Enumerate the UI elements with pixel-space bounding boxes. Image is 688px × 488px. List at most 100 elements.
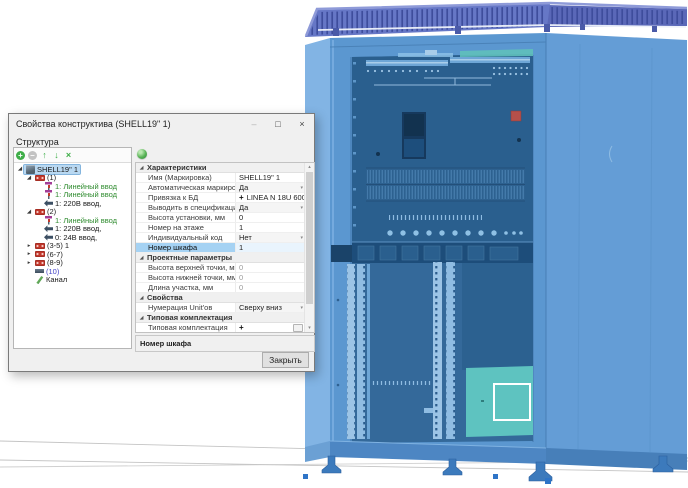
collapse-icon[interactable]: ◢ xyxy=(136,165,147,171)
close-icon[interactable]: × xyxy=(290,114,314,134)
scroll-up-icon[interactable]: ▴ xyxy=(305,163,314,171)
scrollbar-thumb[interactable] xyxy=(306,172,313,304)
dropdown-icon[interactable]: ▾ xyxy=(300,305,303,311)
property-row[interactable]: Номер шкафа1 xyxy=(136,243,305,253)
minimize-icon[interactable]: – xyxy=(242,114,266,134)
expander-icon[interactable]: ▸ xyxy=(25,259,33,268)
dropdown-icon[interactable]: ▾ xyxy=(300,205,303,211)
expander-icon[interactable]: ▸ xyxy=(25,250,33,259)
collapse-icon[interactable]: ◢ xyxy=(136,255,147,261)
tree-item[interactable]: ◢(1) xyxy=(14,174,131,183)
property-row[interactable]: Номер на этаже1 xyxy=(136,223,305,233)
property-value[interactable]: 0 xyxy=(236,273,305,282)
collapse-icon[interactable]: ◢ xyxy=(136,315,147,321)
property-label: Имя (Маркировка) xyxy=(136,173,236,182)
property-row[interactable]: Высота верхней точки, мм0 xyxy=(136,263,305,273)
property-value[interactable]: Сверху вниз▾ xyxy=(236,303,305,312)
property-group-header[interactable]: ◢Свойства xyxy=(136,293,305,303)
group-title: Типовая комплектация xyxy=(147,313,232,322)
property-value-text: Да xyxy=(239,183,248,192)
tree-item[interactable]: (10) xyxy=(14,267,131,276)
tree-item[interactable]: 0: 24В ввод, xyxy=(14,233,131,242)
close-button[interactable]: Закрыть xyxy=(262,352,309,368)
property-row[interactable]: Имя (Маркировка)SHELL19" 1 xyxy=(136,173,305,183)
property-row[interactable]: Высота установки, мм0 xyxy=(136,213,305,223)
tree-item[interactable]: 1: 220В ввод, xyxy=(14,199,131,208)
tree-item[interactable]: ▸(3-5) 1 xyxy=(14,242,131,251)
tree-item[interactable]: ◢(2) xyxy=(14,208,131,217)
property-value-text: 0 xyxy=(239,273,243,282)
expander-icon[interactable]: ◢ xyxy=(16,165,24,174)
property-value-text: Нет xyxy=(239,233,252,242)
property-description: Номер шкафа xyxy=(135,335,315,352)
property-group-header[interactable]: ◢Характеристики xyxy=(136,163,305,173)
dialog-titlebar[interactable]: Свойства конструктива (SHELL19" 1) – □ × xyxy=(9,114,314,134)
move-up-icon[interactable]: ↑ xyxy=(40,151,49,160)
property-value-text: 1 xyxy=(239,223,243,232)
expander-icon[interactable]: ▸ xyxy=(25,242,33,251)
property-row[interactable]: Высота нижней точки, мм0 xyxy=(136,273,305,283)
property-value[interactable]: Да ▾ xyxy=(236,183,305,192)
property-value[interactable]: Да▾ xyxy=(236,203,305,212)
property-grid-body: ◢ХарактеристикиИмя (Маркировка)SHELL19" … xyxy=(136,163,305,332)
unit-icon xyxy=(35,269,44,273)
tree-node[interactable]: Канал xyxy=(33,275,69,284)
collapse-icon[interactable]: ◢ xyxy=(136,295,147,301)
property-value[interactable]: 0 xyxy=(236,283,305,292)
property-row[interactable]: Выводить в спецификациюДа▾ xyxy=(136,203,305,213)
din-section-icon xyxy=(35,251,45,257)
tree-item[interactable]: 1: Линейный ввод xyxy=(14,182,131,191)
property-group-header[interactable]: ◢Типовая комплектация xyxy=(136,313,305,323)
property-value[interactable]: 1 xyxy=(236,223,305,232)
channel-icon xyxy=(35,275,44,284)
tree-item[interactable]: 1: Линейный ввод xyxy=(14,216,131,225)
maximize-icon[interactable]: □ xyxy=(266,114,290,134)
structure-section-label: Структура xyxy=(16,137,59,147)
scroll-down-icon[interactable]: ▾ xyxy=(305,324,314,332)
move-down-icon[interactable]: ↓ xyxy=(52,151,61,160)
property-value[interactable]: 0 xyxy=(236,263,305,272)
delete-all-icon[interactable]: × xyxy=(64,151,73,160)
tree-item[interactable]: 1: 220В ввод, xyxy=(14,225,131,234)
property-row[interactable]: Длина участка, мм0 xyxy=(136,283,305,293)
structure-tree: ◢SHELL19" 1◢(1)1: Линейный ввод1: Линейн… xyxy=(14,163,131,284)
property-row[interactable]: Нумерация Unit'овСверху вниз▾ xyxy=(136,303,305,313)
property-value[interactable]: SHELL19" 1 xyxy=(236,173,305,182)
selection-markers xyxy=(303,474,551,484)
expander-icon[interactable]: ◢ xyxy=(25,208,33,217)
property-value[interactable]: +LINEA N 18U 600x60▾ xyxy=(236,193,305,202)
tree-item-label: Канал xyxy=(46,275,67,284)
remove-item-icon[interactable]: – xyxy=(28,151,37,160)
tree-item[interactable]: 1: Линейный ввод xyxy=(14,191,131,200)
tree-item[interactable]: ▸(6-7) xyxy=(14,250,131,259)
add-item-icon[interactable]: + xyxy=(16,151,25,160)
property-value[interactable]: 1 xyxy=(236,243,305,252)
property-value[interactable]: + xyxy=(236,323,305,332)
dropdown-icon[interactable]: ▾ xyxy=(300,235,303,241)
property-value[interactable]: Нет ▾ xyxy=(236,233,305,242)
property-row[interactable]: Автоматическая маркировкаДа▾ xyxy=(136,183,305,193)
tree-item[interactable]: ▸(8-9) xyxy=(14,259,131,268)
rack-roof xyxy=(305,3,687,37)
property-row[interactable]: Индивидуальный кодНет▾ xyxy=(136,233,305,243)
property-value[interactable]: 0 xyxy=(236,213,305,222)
window-controls: – □ × xyxy=(242,114,314,134)
property-row[interactable]: Привязка к БД+LINEA N 18U 600x60▾ xyxy=(136,193,305,203)
db-link-icon[interactable] xyxy=(137,149,149,161)
pick-from-db-icon[interactable]: + xyxy=(239,194,244,202)
rack-cabinet xyxy=(303,3,687,484)
expander-icon[interactable]: ◢ xyxy=(25,174,33,183)
teal-bottom-panel xyxy=(466,366,533,437)
tree-item[interactable]: ◢SHELL19" 1 xyxy=(14,165,131,174)
property-label: Привязка к БД xyxy=(136,193,236,202)
ellipsis-button[interactable] xyxy=(293,324,303,332)
din-section-icon xyxy=(35,209,45,215)
din-section-icon xyxy=(35,243,45,249)
scrollbar[interactable]: ▴ ▾ xyxy=(304,163,314,332)
property-group-header[interactable]: ◢Проектные параметры xyxy=(136,253,305,263)
dropdown-icon[interactable]: ▾ xyxy=(300,185,303,191)
property-label: Высота нижней точки, мм xyxy=(136,273,236,282)
property-row[interactable]: Типовая комплектация+ xyxy=(136,323,305,333)
tree-item[interactable]: Канал xyxy=(14,276,131,285)
pick-from-db-icon[interactable]: + xyxy=(239,324,244,332)
